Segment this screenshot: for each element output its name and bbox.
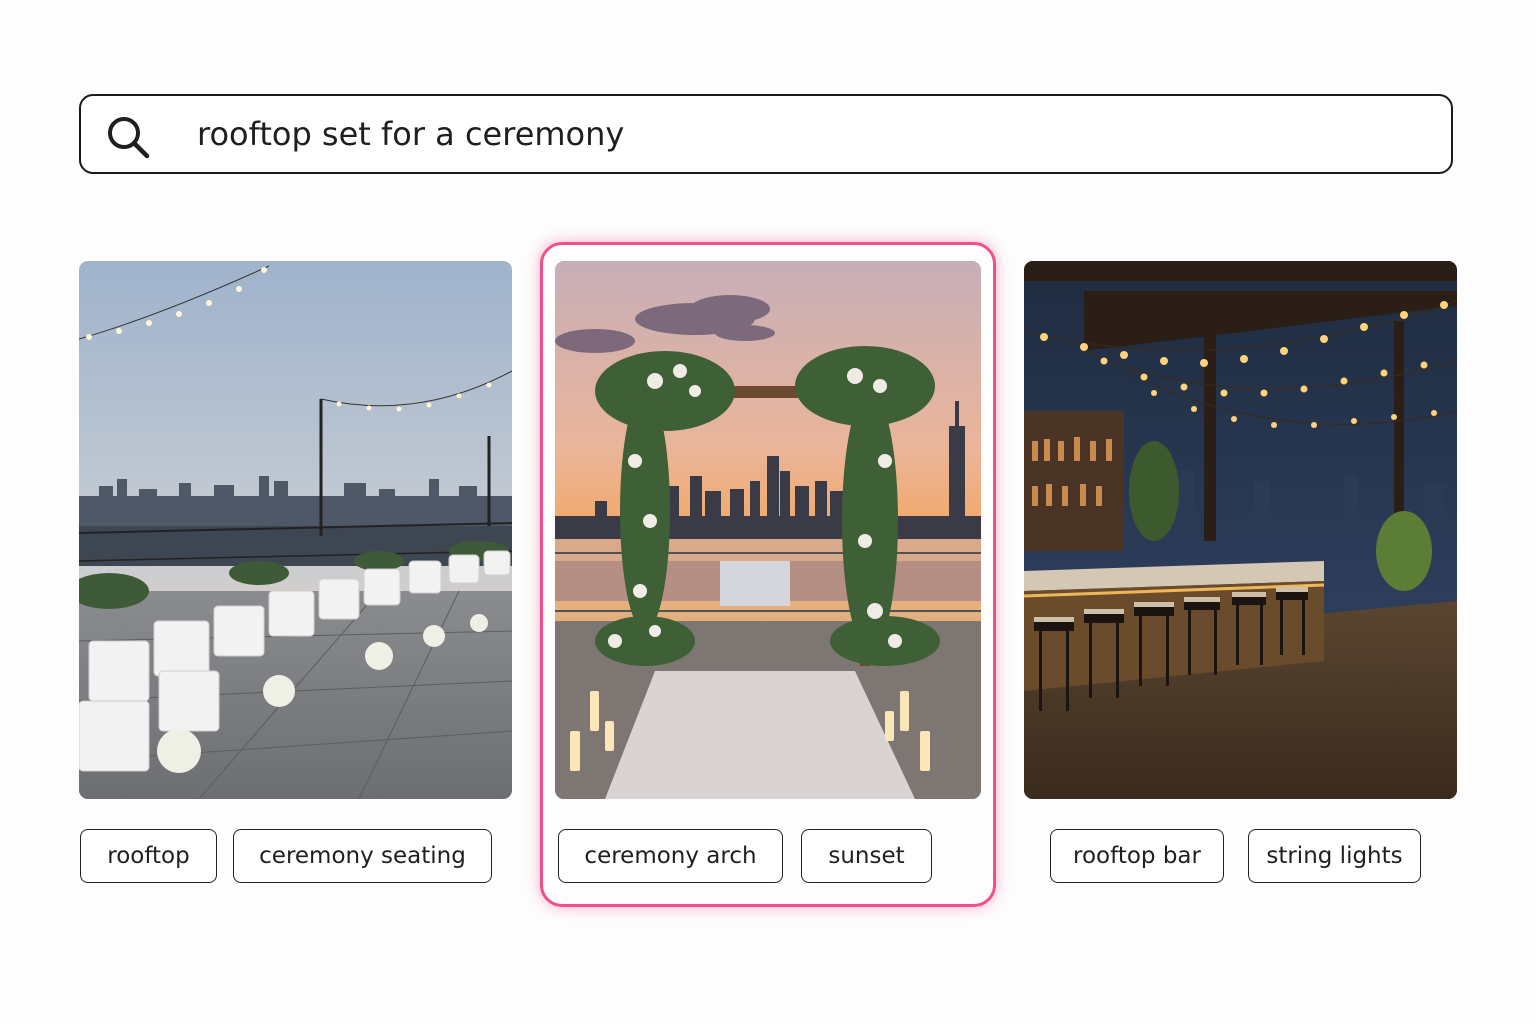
tag-ceremony-arch[interactable]: ceremony arch xyxy=(558,829,783,883)
search-icon[interactable] xyxy=(105,114,151,160)
tag-rooftop[interactable]: rooftop xyxy=(80,829,217,883)
tag-ceremony-seating[interactable]: ceremony seating xyxy=(233,829,492,883)
tag-string-lights[interactable]: string lights xyxy=(1248,829,1421,883)
result-image-ceremony-seating[interactable] xyxy=(79,261,512,799)
search-input[interactable] xyxy=(197,112,1397,156)
tag-sunset[interactable]: sunset xyxy=(801,829,932,883)
search-bar[interactable] xyxy=(79,94,1453,174)
tag-rooftop-bar[interactable]: rooftop bar xyxy=(1050,829,1224,883)
result-image-ceremony-arch[interactable] xyxy=(555,261,981,799)
result-image-rooftop-bar[interactable] xyxy=(1024,261,1457,799)
